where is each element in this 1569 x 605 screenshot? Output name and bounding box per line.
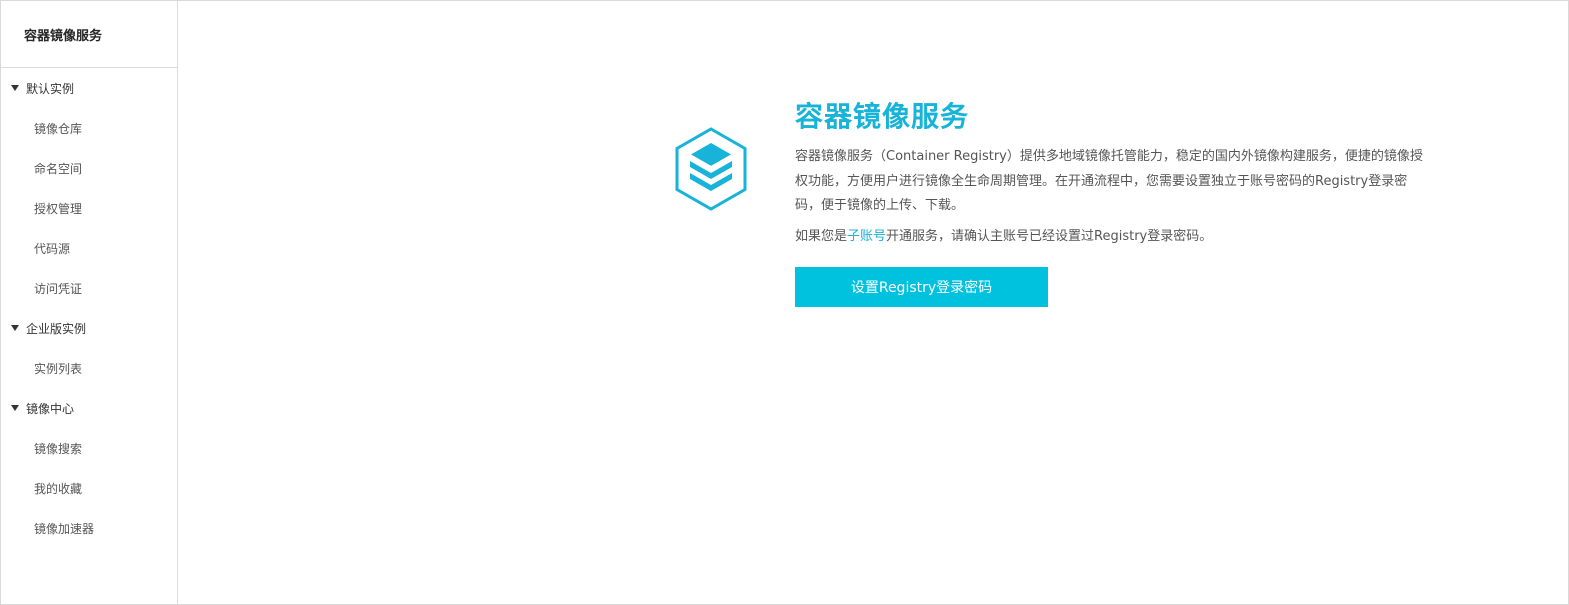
sidebar-item-instance-list[interactable]: 实例列表: [1, 348, 177, 388]
sidebar: 容器镜像服务 默认实例 镜像仓库 命名空间 授权管理 代码源 访问凭证 企业版实…: [1, 1, 178, 604]
nav-group-label: 企业版实例: [26, 321, 87, 336]
sidebar-item-favorites[interactable]: 我的收藏: [1, 468, 177, 508]
note-prefix: 如果您是: [795, 228, 848, 244]
note-suffix: 开通服务，请确认主账号已经设置过Registry登录密码。: [886, 228, 1213, 244]
page-title: 容器镜像服务: [795, 100, 970, 133]
nav-group-label: 默认实例: [26, 81, 75, 96]
sidebar-item-authorization[interactable]: 授权管理: [1, 188, 177, 228]
sidebar-item-image-accelerator[interactable]: 镜像加速器: [1, 508, 177, 548]
intro-panel: 容器镜像服务 容器镜像服务（Container Registry）提供多地域镜像…: [795, 97, 1435, 307]
caret-down-icon: [11, 405, 19, 411]
caret-down-icon: [11, 85, 19, 91]
sidebar-item-access-credentials[interactable]: 访问凭证: [1, 268, 177, 308]
set-registry-password-button[interactable]: 设置Registry登录密码: [795, 266, 1048, 307]
app-window: 容器镜像服务 默认实例 镜像仓库 命名空间 授权管理 代码源 访问凭证 企业版实…: [0, 0, 1569, 605]
container-registry-logo-icon: [675, 127, 747, 211]
sidebar-item-repositories[interactable]: 镜像仓库: [1, 108, 177, 148]
nav-group-image-center[interactable]: 镜像中心: [1, 388, 177, 428]
nav-group-label: 镜像中心: [26, 401, 75, 416]
sidebar-item-image-search[interactable]: 镜像搜索: [1, 428, 177, 468]
sidebar-item-namespaces[interactable]: 命名空间: [1, 148, 177, 188]
subaccount-note: 如果您是子账号开通服务，请确认主账号已经设置过Registry登录密码。: [795, 225, 1435, 249]
sidebar-nav: 默认实例 镜像仓库 命名空间 授权管理 代码源 访问凭证 企业版实例 实例列表 …: [1, 68, 177, 548]
subaccount-link[interactable]: 子账号: [847, 229, 886, 244]
nav-group-default-instance[interactable]: 默认实例: [1, 68, 177, 108]
nav-group-enterprise-instance[interactable]: 企业版实例: [1, 308, 177, 348]
sidebar-title: 容器镜像服务: [1, 1, 177, 68]
caret-down-icon: [11, 325, 19, 331]
service-description: 容器镜像服务（Container Registry）提供多地域镜像托管能力，稳定…: [795, 149, 1423, 213]
main-content: 容器镜像服务 容器镜像服务（Container Registry）提供多地域镜像…: [178, 1, 1568, 604]
sidebar-item-code-source[interactable]: 代码源: [1, 228, 177, 268]
